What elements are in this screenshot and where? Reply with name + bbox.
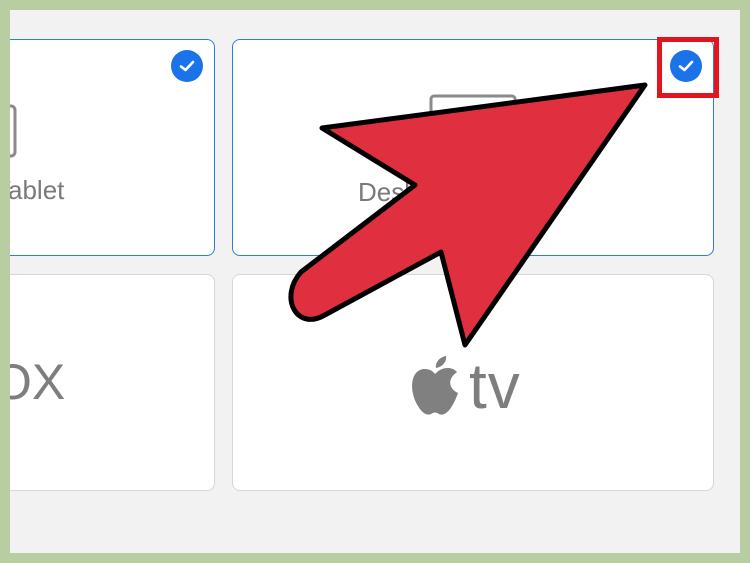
device-card-xbox[interactable]: OX: [10, 274, 215, 491]
tablet-checkmark[interactable]: [171, 50, 203, 82]
highlight-box: [657, 37, 719, 98]
device-card-apple-tv[interactable]: tv: [232, 274, 714, 491]
device-selection-panel: Tablet Desktop OX tv: [10, 10, 740, 553]
tv-wordmark: tv: [469, 350, 521, 422]
tablet-icon: [10, 104, 17, 158]
device-card-desktop[interactable]: Desktop: [232, 39, 714, 256]
xbox-wordmark: OX: [10, 354, 66, 410]
desktop-label: Desktop: [358, 177, 454, 207]
desktop-icon: [429, 94, 517, 152]
apple-logo-icon: [412, 356, 458, 415]
check-icon: [179, 60, 195, 72]
tablet-label: Tablet: [10, 175, 65, 205]
device-card-tablet[interactable]: Tablet: [10, 39, 215, 256]
